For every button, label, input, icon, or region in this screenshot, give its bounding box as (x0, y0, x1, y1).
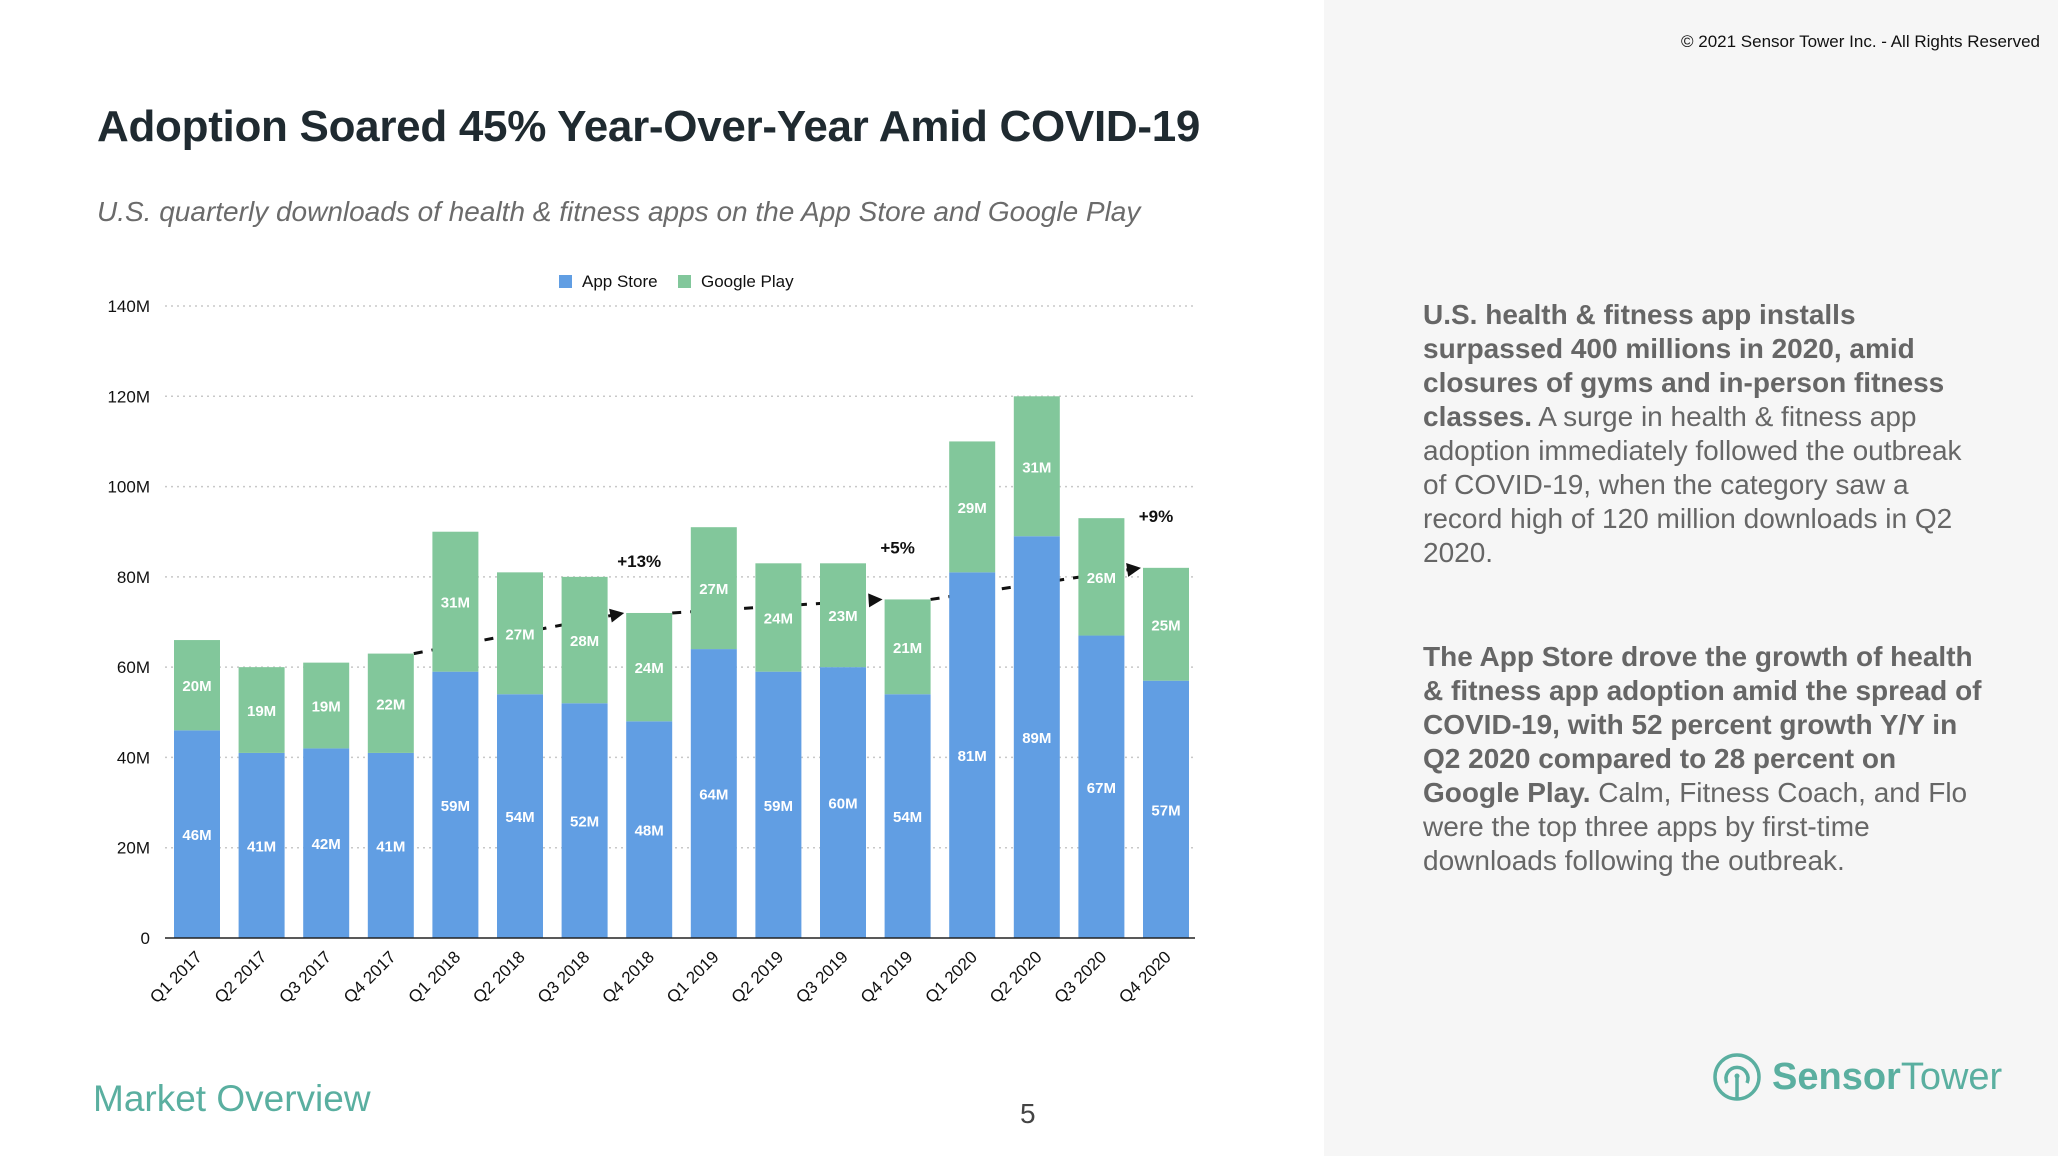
bar-label-app-store: 41M (376, 838, 405, 855)
bar-label-google-play: 25M (1151, 617, 1180, 634)
arrow-head-icon (1126, 562, 1141, 577)
bar-label-app-store: 54M (505, 809, 534, 826)
x-tick-label: Q2 2020 (986, 947, 1046, 1007)
bar-label-google-play: 31M (1022, 459, 1051, 476)
bar-label-google-play: 19M (312, 699, 341, 716)
bar-label-app-store: 81M (958, 748, 987, 765)
bar-label-google-play: 27M (699, 581, 728, 598)
chart-legend: App Store Google Play (559, 272, 794, 291)
bar-label-google-play: 20M (182, 678, 211, 695)
bar-label-app-store: 57M (1151, 802, 1180, 819)
sensor-tower-antenna-icon (1713, 1053, 1761, 1101)
bar-label-google-play: 22M (376, 696, 405, 713)
logo-word-tower: Tower (1900, 1055, 2003, 1098)
slide-side-panel (1324, 0, 2058, 1156)
x-tick-label: Q2 2018 (469, 947, 529, 1007)
legend-swatch-google-play (678, 275, 691, 288)
y-tick-label: 120M (107, 387, 150, 406)
x-tick-label: Q3 2017 (275, 947, 335, 1007)
bar-label-google-play: 29M (958, 500, 987, 517)
insight-paragraph-1: U.S. health & fitness app installs surpa… (1423, 298, 1983, 570)
legend-swatch-app-store (559, 275, 572, 288)
bar-label-google-play: 19M (247, 703, 276, 720)
bar-label-app-store: 42M (312, 836, 341, 853)
y-tick-label: 80M (117, 568, 150, 587)
y-tick-label: 20M (117, 839, 150, 858)
x-tick-label: Q1 2018 (405, 947, 465, 1007)
yoy-growth-label: +5% (880, 538, 915, 557)
legend-label-google-play: Google Play (701, 272, 794, 291)
x-tick-label: Q1 2019 (663, 947, 723, 1007)
bar-label-app-store: 41M (247, 838, 276, 855)
bar-label-app-store: 89M (1022, 730, 1051, 747)
bar-label-google-play: 21M (893, 640, 922, 657)
x-tick-label: Q3 2018 (534, 947, 594, 1007)
bar-label-app-store: 59M (441, 798, 470, 815)
x-tick-label: Q3 2019 (792, 947, 852, 1007)
y-tick-label: 0 (141, 929, 150, 948)
bar-label-google-play: 23M (828, 608, 857, 625)
bar-label-google-play: 24M (764, 610, 793, 627)
bar-label-google-play: 26M (1087, 570, 1116, 587)
x-tick-label: Q3 2020 (1051, 947, 1111, 1007)
bar-label-google-play: 28M (570, 633, 599, 650)
bar-label-app-store: 64M (699, 787, 728, 804)
bar-label-google-play: 24M (635, 660, 664, 677)
y-tick-label: 100M (107, 478, 150, 497)
bar-label-app-store: 67M (1087, 780, 1116, 797)
x-tick-label: Q4 2018 (598, 947, 658, 1007)
x-tick-label: Q4 2017 (340, 947, 400, 1007)
x-tick-label: Q4 2019 (857, 947, 917, 1007)
section-label: Market Overview (93, 1078, 371, 1119)
x-tick-label: Q1 2017 (146, 947, 206, 1007)
bar-label-app-store: 52M (570, 814, 599, 831)
y-tick-label: 60M (117, 658, 150, 677)
x-tick-label: Q2 2017 (211, 947, 271, 1007)
bar-label-app-store: 46M (182, 827, 211, 844)
yoy-growth-label: +9% (1139, 507, 1174, 526)
y-tick-label: 140M (107, 297, 150, 316)
legend-label-app-store: App Store (582, 272, 658, 291)
yoy-growth-label: +13% (617, 552, 661, 571)
bar-label-app-store: 60M (828, 796, 857, 813)
insight-paragraph-2: The App Store drove the growth of health… (1423, 640, 1983, 878)
bar-label-google-play: 31M (441, 595, 470, 612)
y-tick-label: 40M (117, 748, 150, 767)
copyright-notice: © 2021 Sensor Tower Inc. - All Rights Re… (1681, 32, 2040, 51)
logo-wordmark: SensorTower (1772, 1056, 2002, 1099)
bar-label-app-store: 48M (635, 823, 664, 840)
bar-label-app-store: 59M (764, 798, 793, 815)
logo-word-sensor: Sensor (1772, 1055, 1901, 1098)
page-number: 5 (1020, 1098, 1036, 1129)
x-tick-label: Q1 2020 (921, 947, 981, 1007)
arrow-head-icon (868, 593, 883, 608)
bar-label-google-play: 27M (505, 626, 534, 643)
sensor-tower-logo: SensorTower (1712, 1052, 2002, 1102)
stacked-bar-chart: App Store Google Play 0 20M 40M 60M 80M 100M 1… (107, 272, 1195, 1007)
bar-label-app-store: 54M (893, 809, 922, 826)
x-tick-label: Q4 2020 (1115, 947, 1175, 1007)
x-tick-label: Q2 2019 (728, 947, 788, 1007)
arrow-head-icon (609, 608, 625, 623)
